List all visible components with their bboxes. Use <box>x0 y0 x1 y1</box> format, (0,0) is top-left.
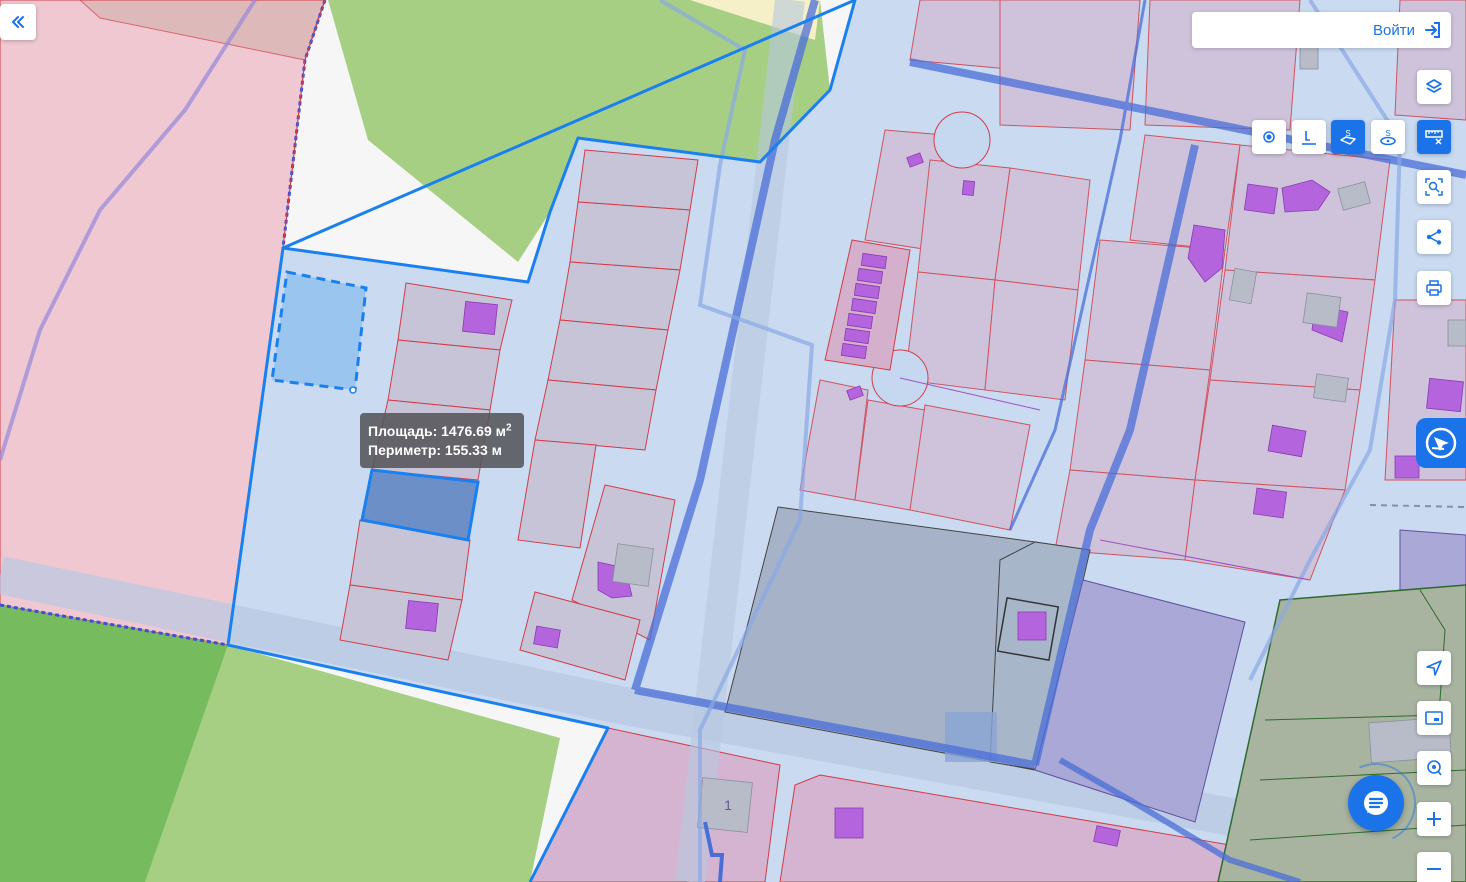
minus-icon <box>1427 868 1441 870</box>
measure-tool-button[interactable] <box>1417 120 1451 154</box>
circle-s-icon: S <box>1380 129 1396 146</box>
minimap-button[interactable] <box>1417 701 1451 735</box>
plot-number-label: 1 <box>724 797 732 813</box>
printer-icon <box>1426 280 1442 296</box>
chat-bubble-icon <box>1364 791 1388 815</box>
location-pin-icon <box>1427 760 1442 776</box>
minimap-icon <box>1425 711 1443 725</box>
map-canvas[interactable]: 1 <box>0 0 1466 882</box>
dot-icon <box>1263 131 1275 143</box>
side-panel-tab[interactable] <box>1416 418 1466 468</box>
zoom-in-button[interactable] <box>1417 802 1451 836</box>
share-icon <box>1426 229 1442 245</box>
location-search-button[interactable] <box>1417 751 1451 785</box>
zoom-out-button[interactable] <box>1417 852 1451 882</box>
print-button[interactable] <box>1417 271 1451 305</box>
layers-button[interactable] <box>1417 70 1451 104</box>
measure-area-draft[interactable] <box>270 270 368 392</box>
collapse-panel-button[interactable] <box>0 4 36 40</box>
share-button[interactable] <box>1417 220 1451 254</box>
plus-icon <box>1427 812 1441 826</box>
zoom-area-icon <box>1425 178 1443 196</box>
map-pointer-icon <box>1425 427 1457 459</box>
perimeter-readout: Периметр: 155.33 м <box>368 442 502 458</box>
area-s-icon: S <box>1340 129 1356 145</box>
login-icon <box>1425 22 1440 38</box>
circle-area-mode-button[interactable]: S <box>1371 120 1405 154</box>
ruler-close-icon <box>1425 130 1443 145</box>
geolocate-button[interactable] <box>1417 651 1451 685</box>
login-button[interactable]: Войти <box>1192 12 1451 48</box>
area-search-button[interactable] <box>1417 170 1451 204</box>
area-readout: Площадь: 1476.69 м2 <box>368 422 512 439</box>
ruler-l-icon <box>1302 131 1316 145</box>
measurement-tooltip: Площадь: 1476.69 м2 Периметр: 155.33 м <box>360 413 524 468</box>
chat-button[interactable] <box>1348 775 1404 831</box>
login-label: Войти <box>1373 21 1415 39</box>
layers-icon <box>1426 79 1442 93</box>
line-mode-button[interactable] <box>1292 120 1326 154</box>
point-mode-button[interactable] <box>1252 120 1286 154</box>
navigation-arrow-icon <box>1426 660 1442 676</box>
double-chevron-left-icon <box>12 16 24 28</box>
svg-text:S: S <box>1385 129 1390 138</box>
area-mode-button[interactable]: S <box>1331 120 1365 154</box>
